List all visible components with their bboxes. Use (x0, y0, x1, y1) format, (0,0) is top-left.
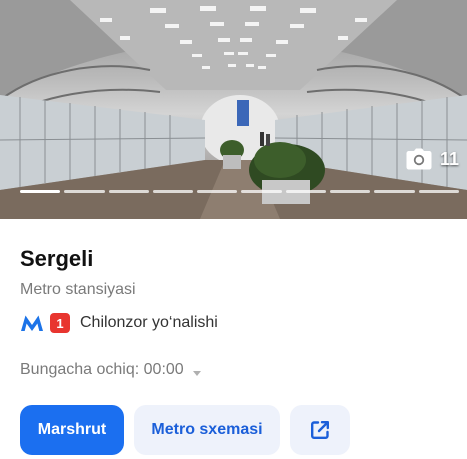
metro-line-info: 1 Chilonzor yo‘nalishi (20, 312, 218, 334)
station-photo[interactable]: 11 (0, 0, 467, 219)
opening-hours-label: Bungacha ochiq: 00:00 (20, 361, 184, 378)
metro-icon (20, 314, 44, 332)
pager-segment[interactable] (418, 190, 459, 193)
station-photo-image (0, 0, 467, 219)
photo-count: 11 (439, 148, 459, 169)
pager-segment[interactable] (108, 190, 149, 193)
pager-segment[interactable] (64, 190, 105, 193)
metro-scheme-button[interactable]: Metro sxemasi (134, 405, 280, 455)
route-button[interactable]: Marshrut (20, 405, 124, 455)
share-button[interactable] (290, 405, 350, 455)
chevron-down-icon (192, 365, 202, 376)
pager-segment[interactable] (285, 190, 327, 193)
pager-segment[interactable] (152, 190, 194, 193)
place-card: 11 Sergeli Metro stansiyasi 1 Chilonzor … (0, 0, 467, 459)
station-title: Sergeli (20, 246, 94, 271)
photo-pager (20, 190, 459, 193)
photo-counter[interactable]: 11 (406, 148, 459, 170)
line-name[interactable]: Chilonzor yo‘nalishi (80, 314, 218, 332)
pager-segment[interactable] (197, 190, 238, 193)
station-type: Metro stansiyasi (20, 281, 136, 298)
pager-segment[interactable] (374, 190, 415, 193)
external-link-icon (309, 419, 331, 441)
action-buttons: Marshrut Metro sxemasi (20, 405, 350, 455)
pager-segment[interactable] (20, 190, 61, 193)
pager-segment[interactable] (241, 190, 282, 193)
pager-segment[interactable] (330, 190, 371, 193)
camera-icon (406, 148, 432, 170)
line-number-badge: 1 (50, 313, 70, 333)
opening-hours[interactable]: Bungacha ochiq: 00:00 (20, 361, 202, 379)
